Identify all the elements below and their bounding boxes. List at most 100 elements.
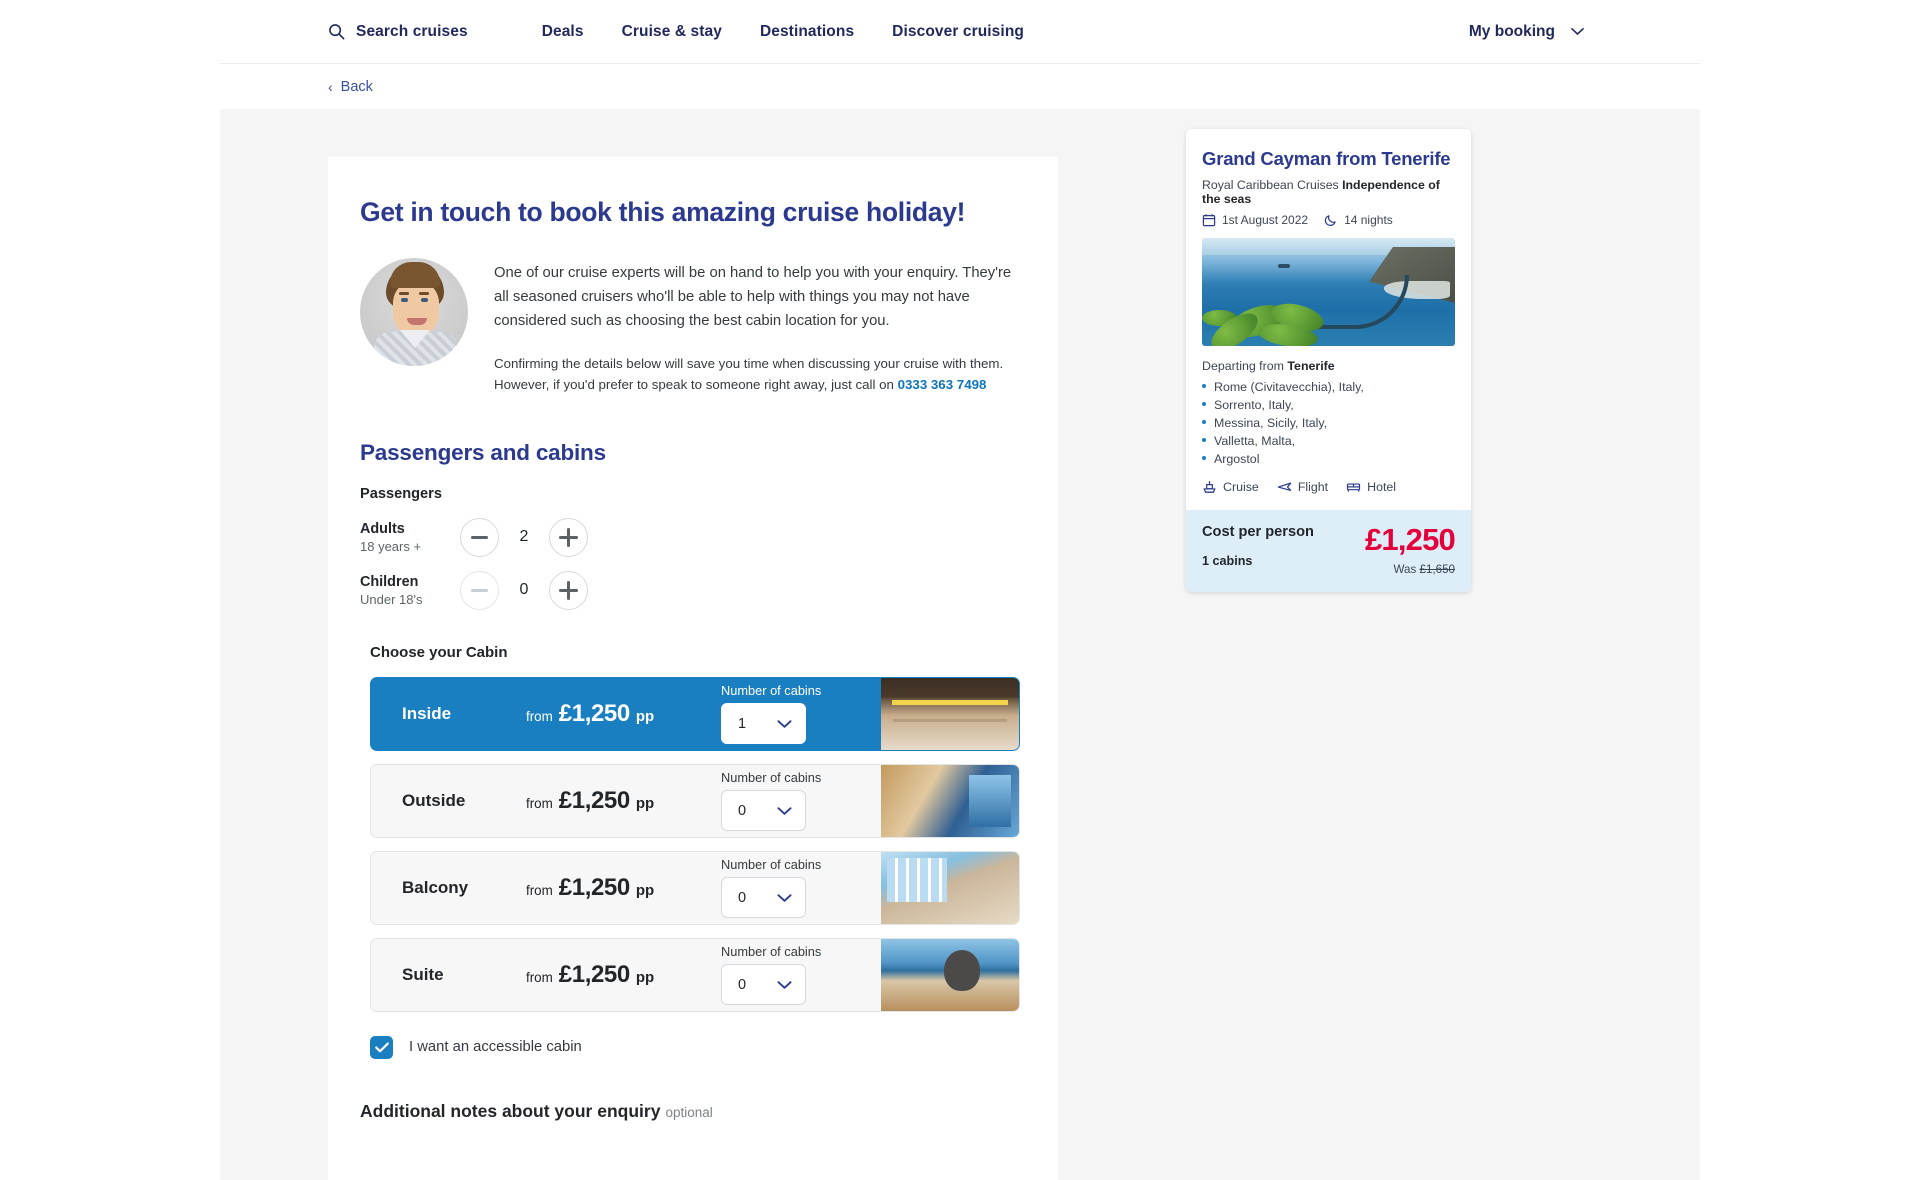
nav-item-deals[interactable]: Deals [523, 23, 603, 41]
cabin-thumbnail-image [881, 851, 1019, 924]
children-count: 0 [519, 581, 529, 599]
cabin-price-amount: £1,250 [558, 960, 630, 988]
summary-operator-line: Royal Caribbean Cruises Independence of … [1202, 178, 1455, 206]
my-booking-menu[interactable]: My booking [1469, 23, 1584, 41]
cabin-thumbnail-image [881, 938, 1019, 1011]
cost-per-person-label: Cost per person [1202, 524, 1314, 541]
cabin-name: Balcony [402, 877, 469, 897]
cabin-price: from £1,250 pp [526, 874, 721, 902]
included-flight: Flight [1277, 479, 1328, 494]
additional-notes-heading: Additional notes about your enquiry optio… [360, 1101, 1020, 1122]
section-title-passengers-cabins: Passengers and cabins [360, 439, 606, 465]
cabin-quantity-select[interactable]: 1 [721, 703, 806, 745]
cabin-quantity-select[interactable]: 0 [721, 877, 806, 919]
cabin-option-suite[interactable]: Suite from £1,250 pp Number of cabins 0 [370, 937, 1020, 1012]
cabin-quantity-value: 0 [738, 889, 747, 906]
check-icon [374, 1042, 389, 1053]
summary-meta: 1st August 2022 14 nights [1202, 213, 1455, 227]
adults-increment-button[interactable] [549, 517, 588, 557]
was-label: Was [1393, 563, 1417, 577]
passengers-label: Passengers [360, 485, 442, 502]
cabin-price: from £1,250 pp [526, 700, 721, 728]
list-item: Messina, Sicily, Italy, [1202, 416, 1455, 430]
port-name: Rome (Civitavecchia), Italy, [1214, 380, 1364, 395]
children-increment-button[interactable] [549, 570, 588, 610]
summary-operator: Royal Caribbean Cruises [1202, 178, 1339, 193]
cabin-thumbnail-image [881, 677, 1019, 750]
departing-from-port: Tenerife [1287, 359, 1335, 374]
cabin-price-from: from [526, 708, 553, 724]
chevron-down-icon [777, 806, 792, 816]
cabin-quantity-select[interactable]: 0 [721, 790, 806, 832]
back-link[interactable]: ‹ Back [328, 79, 373, 95]
accessible-cabin-checkbox[interactable] [370, 1035, 393, 1059]
back-label: Back [340, 78, 373, 95]
included-hotel: Hotel [1346, 479, 1396, 494]
cabin-option-inside[interactable]: Inside from £1,250 pp Number of cabins 1 [370, 676, 1020, 751]
cabin-option-outside[interactable]: Outside from £1,250 pp Number of cabins … [370, 763, 1020, 838]
bullet-icon [1202, 420, 1206, 425]
itinerary-port-list: Rome (Civitavecchia), Italy, Sorrento, I… [1202, 380, 1455, 466]
cabin-quantity-value: 0 [738, 802, 747, 819]
cabin-name: Suite [402, 964, 444, 984]
chevron-down-icon [1571, 27, 1584, 36]
calendar-icon [1202, 213, 1216, 227]
expert-confirm-text: Confirming the details below will save y… [494, 353, 1020, 396]
number-of-cabins-label: Number of cabins [721, 770, 822, 786]
search-icon [328, 23, 345, 40]
phone-number-link[interactable]: 0333 363 7498 [898, 377, 987, 392]
cabin-option-balcony[interactable]: Balcony from £1,250 pp Number of cabins … [370, 850, 1020, 925]
cabin-price-from: from [526, 969, 553, 985]
cabin-price: from £1,250 pp [526, 787, 721, 815]
bullet-icon [1202, 402, 1206, 407]
search-cruises-label: Search cruises [356, 22, 468, 40]
expert-intro-text: One of our cruise experts will be on han… [494, 265, 1012, 329]
page-root: Search cruises Deals Cruise & stay Desti… [0, 0, 1920, 1180]
summary-nights-item: 14 nights [1324, 213, 1393, 227]
choose-cabin-label: Choose your Cabin [370, 643, 508, 661]
cruise-summary-card: Grand Cayman from Tenerife Royal Caribbe… [1186, 129, 1471, 593]
cabin-quantity-group: Number of cabins 0 [721, 857, 851, 919]
children-label: Children [360, 573, 419, 590]
included-cruise-label: Cruise [1223, 479, 1259, 494]
search-cruises-link[interactable]: Search cruises [328, 23, 487, 41]
cabin-price-pp: pp [635, 881, 655, 899]
cabin-quantity-group: Number of cabins 1 [721, 683, 851, 745]
ship-icon [1202, 479, 1217, 494]
adults-label: Adults [360, 520, 405, 537]
was-price-line: Was £1,650 [1365, 563, 1455, 576]
departing-from-label: Departing from [1202, 359, 1284, 374]
cabin-price-amount: £1,250 [558, 699, 630, 727]
bullet-icon [1202, 438, 1206, 443]
list-item: Sorrento, Italy, [1202, 398, 1455, 412]
included-items: Cruise Flight Hotel [1202, 479, 1455, 494]
port-name: Argostol [1214, 452, 1260, 467]
chevron-down-icon [777, 893, 792, 903]
chevron-down-icon [777, 719, 792, 729]
adults-decrement-button[interactable] [460, 517, 499, 557]
cabin-price-pp: pp [635, 707, 655, 725]
port-name: Sorrento, Italy, [1214, 398, 1294, 413]
nav-item-cruise-and-stay[interactable]: Cruise & stay [603, 23, 741, 41]
children-decrement-button[interactable] [460, 570, 499, 610]
list-item: Rome (Civitavecchia), Italy, [1202, 380, 1455, 394]
number-of-cabins-label: Number of cabins [721, 683, 822, 699]
cost-panel: Cost per person 1 cabins £1,250 Was £1,6… [1186, 510, 1471, 593]
additional-notes-title: Additional notes about your enquiry [360, 1100, 661, 1121]
cabin-quantity-group: Number of cabins 0 [721, 770, 851, 832]
cruise-destination-image [1202, 238, 1455, 347]
port-name: Valletta, Malta, [1214, 434, 1296, 449]
cabin-price: from £1,250 pp [526, 961, 721, 989]
bullet-icon [1202, 456, 1206, 461]
list-item: Argostol [1202, 452, 1455, 466]
cabin-name: Outside [402, 790, 466, 810]
nav-item-discover-cruising[interactable]: Discover cruising [873, 23, 1043, 41]
cabin-selection: Choose your Cabin Inside from £1,250 pp … [360, 644, 1020, 1012]
nav-item-destinations[interactable]: Destinations [741, 23, 873, 41]
enquiry-form-card: Get in touch to book this amazing cruise… [328, 157, 1058, 1180]
cabin-quantity-select[interactable]: 0 [721, 964, 806, 1006]
nav-links: Search cruises Deals Cruise & stay Desti… [328, 23, 1043, 41]
included-flight-label: Flight [1297, 479, 1329, 494]
included-cruise: Cruise [1202, 479, 1259, 494]
chevron-left-icon: ‹ [328, 78, 333, 95]
